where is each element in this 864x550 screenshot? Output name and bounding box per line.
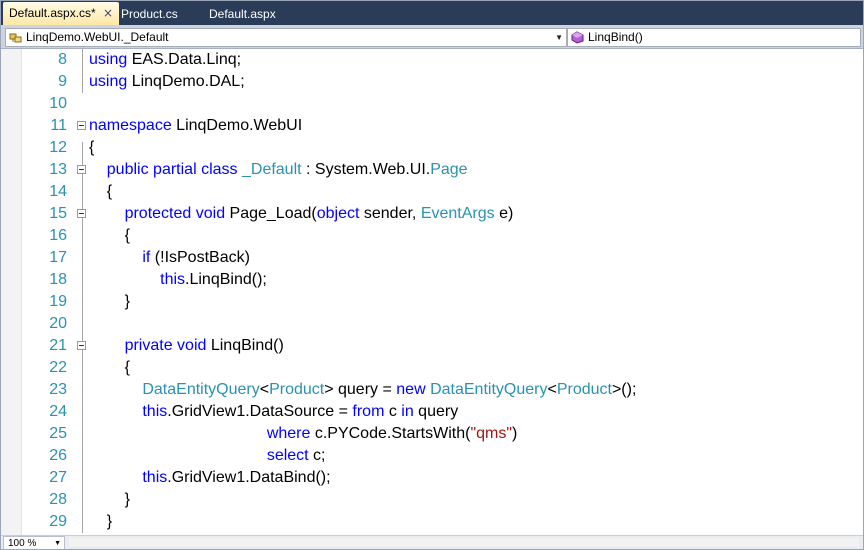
code-text: public partial class _Default : System.W… [106, 161, 468, 178]
line-number: 26 [49, 447, 67, 464]
collapse-icon[interactable] [77, 341, 86, 350]
document-tab-strip: Default.aspx.cs* × Product.cs Default.as… [1, 1, 863, 25]
code-text: this.GridView1.DataBind(); [142, 469, 331, 486]
code-text: { [89, 183, 113, 200]
code-line: 8 using EAS.Data.Linq; [1, 49, 863, 71]
code-line: 21 private void LinqBind() [1, 335, 863, 357]
code-text: if (!IsPostBack) [142, 249, 250, 266]
code-line: 9 using LinqDemo.DAL; [1, 71, 863, 93]
line-number: 12 [49, 139, 67, 156]
line-number: 21 [49, 337, 67, 354]
code-text: DataEntityQuery<Product> query = new Dat… [142, 381, 637, 398]
code-text: protected void Page_Load(object sender, … [124, 205, 514, 222]
code-line: 23 DataEntityQuery<Product> query = new … [1, 379, 863, 401]
code-area[interactable]: 8 using EAS.Data.Linq; 9 using LinqDemo.DAL… [1, 49, 863, 535]
code-line: 18 this.LinqBind(); [1, 269, 863, 291]
code-text: { [89, 227, 130, 244]
tab-product-cs[interactable]: Product.cs [115, 3, 184, 25]
code-line: 11 namespace LinqDemo.WebUI [1, 115, 863, 137]
code-line: 13 public partial class _Default : Syste… [1, 159, 863, 181]
code-line: 12 { [1, 137, 863, 159]
code-text: } [89, 293, 130, 310]
line-number: 18 [49, 271, 67, 288]
line-number: 11 [50, 117, 67, 134]
navigation-bar: LinqDemo.WebUI._Default ▼ LinqBind() [1, 25, 863, 49]
line-number: 28 [49, 491, 67, 508]
line-number: 20 [49, 315, 67, 332]
code-line: 24 this.GridView1.DataSource = from c in… [1, 401, 863, 423]
code-line: 19 } [1, 291, 863, 313]
line-number: 13 [49, 161, 67, 178]
code-line: 22 { [1, 357, 863, 379]
line-number: 27 [49, 469, 67, 486]
code-line: 14 { [1, 181, 863, 203]
line-number: 16 [49, 227, 67, 244]
code-line: 17 if (!IsPostBack) [1, 247, 863, 269]
code-text: this.LinqBind(); [160, 271, 267, 288]
collapse-icon[interactable] [77, 209, 86, 218]
horizontal-scrollbar[interactable] [69, 538, 859, 547]
code-line: 15 protected void Page_Load(object sende… [1, 203, 863, 225]
types-dropdown[interactable]: LinqDemo.WebUI._Default ▼ [5, 28, 567, 47]
line-number: 19 [49, 293, 67, 310]
code-line: 27 this.GridView1.DataBind(); [1, 467, 863, 489]
line-number: 14 [49, 183, 67, 200]
line-number: 8 [58, 51, 67, 68]
tab-label: Default.aspx.cs* [9, 6, 96, 20]
line-number: 22 [49, 359, 67, 376]
members-dropdown[interactable]: LinqBind() [567, 28, 861, 47]
code-text: { [89, 139, 95, 156]
tab-label: Default.aspx [209, 7, 276, 21]
code-line: 25 where c.PYCode.StartsWith("qms") [1, 423, 863, 445]
code-line: 28 } [1, 489, 863, 511]
tab-label: Product.cs [121, 7, 178, 21]
collapse-icon[interactable] [77, 165, 86, 174]
members-dropdown-value: LinqBind() [588, 30, 643, 44]
code-text: this.GridView1.DataSource = from c in qu… [142, 403, 459, 420]
code-line: 29 } [1, 511, 863, 533]
code-text: private void LinqBind() [124, 337, 284, 354]
code-line: 26 select c; [1, 445, 863, 467]
code-editor-window: Default.aspx.cs* × Product.cs Default.as… [0, 0, 864, 550]
editor-footer: 100 % ▼ [1, 535, 863, 549]
line-number: 25 [49, 425, 67, 442]
code-line: 20 [1, 313, 863, 335]
code-text: } [89, 491, 130, 508]
types-dropdown-value: LinqDemo.WebUI._Default [26, 30, 169, 44]
tab-default-aspx[interactable]: Default.aspx [203, 3, 282, 25]
zoom-value: 100 % [8, 538, 37, 549]
code-text: using EAS.Data.Linq; [89, 51, 242, 68]
code-text: { [89, 359, 130, 376]
line-number: 23 [49, 381, 67, 398]
outline-guide [82, 49, 83, 71]
line-number: 10 [49, 95, 67, 112]
class-icon [9, 33, 22, 43]
method-icon [571, 31, 584, 44]
tab-default-aspx-cs[interactable]: Default.aspx.cs* × [3, 2, 119, 25]
line-number: 9 [58, 73, 67, 90]
line-number: 15 [49, 205, 67, 222]
line-number: 24 [49, 403, 67, 420]
line-number: 17 [49, 249, 67, 266]
code-line: 16 { [1, 225, 863, 247]
code-text: namespace LinqDemo.WebUI [89, 117, 303, 134]
collapse-icon[interactable] [77, 121, 86, 130]
chevron-down-icon: ▼ [54, 540, 61, 547]
code-text: select c; [266, 447, 326, 464]
close-icon[interactable]: × [101, 3, 115, 23]
code-text: using LinqDemo.DAL; [89, 73, 245, 90]
code-text: where c.PYCode.StartsWith("qms") [266, 425, 518, 442]
line-number: 29 [49, 513, 67, 530]
code-text: } [89, 513, 113, 530]
outline-guide [82, 71, 83, 93]
code-line: 10 [1, 93, 863, 115]
zoom-dropdown[interactable]: 100 % ▼ [3, 536, 65, 549]
chevron-down-icon[interactable]: ▼ [555, 29, 563, 46]
